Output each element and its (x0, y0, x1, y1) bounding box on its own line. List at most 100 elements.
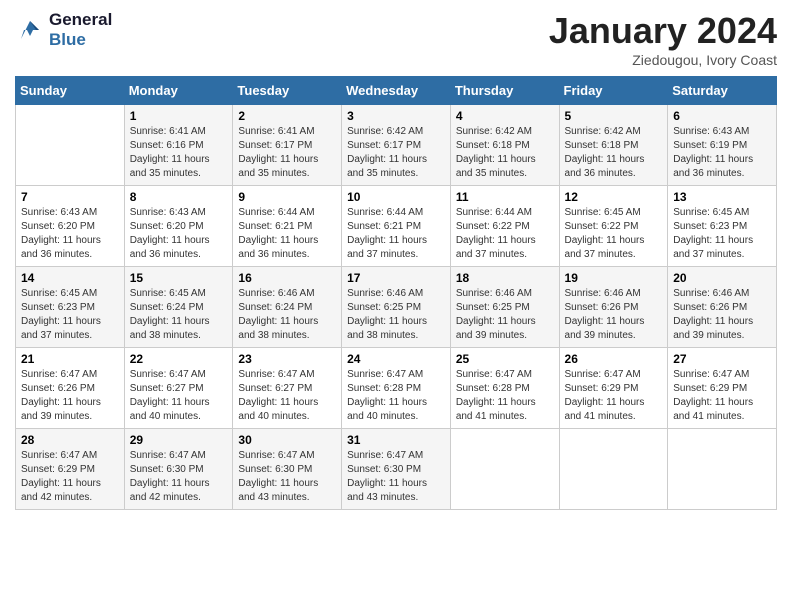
day-info: Sunrise: 6:47 AM Sunset: 6:29 PM Dayligh… (21, 449, 119, 505)
calendar-day-cell: 28 Sunrise: 6:47 AM Sunset: 6:29 PM Dayli… (16, 429, 125, 510)
calendar-week-row: 7 Sunrise: 6:43 AM Sunset: 6:20 PM Daylig… (16, 186, 777, 267)
weekday-header-cell: Sunday (16, 77, 125, 105)
day-info: Sunrise: 6:47 AM Sunset: 6:27 PM Dayligh… (130, 368, 228, 424)
day-number: 5 (565, 109, 663, 123)
weekday-header-cell: Friday (559, 77, 668, 105)
calendar-week-row: 21Sunrise: 6:47 AM Sunset: 6:26 PM Dayli… (16, 348, 777, 429)
calendar-day-cell: 3 Sunrise: 6:42 AM Sunset: 6:17 PM Daylig… (342, 105, 451, 186)
calendar-day-cell: 31 Sunrise: 6:47 AM Sunset: 6:30 PM Dayli… (342, 429, 451, 510)
calendar-day-cell: 6 Sunrise: 6:43 AM Sunset: 6:19 PM Daylig… (668, 105, 777, 186)
day-number: 20 (673, 271, 771, 285)
month-title: January 2024 (549, 10, 777, 52)
day-number: 13 (673, 190, 771, 204)
calendar-day-cell: 11 Sunrise: 6:44 AM Sunset: 6:22 PM Dayli… (450, 186, 559, 267)
day-number: 8 (130, 190, 228, 204)
day-number: 31 (347, 433, 445, 447)
calendar-week-row: 14 Sunrise: 6:45 AM Sunset: 6:23 PM Dayli… (16, 267, 777, 348)
day-number: 12 (565, 190, 663, 204)
calendar-table: SundayMondayTuesdayWednesdayThursdayFrid… (15, 76, 777, 510)
calendar-day-cell: 5 Sunrise: 6:42 AM Sunset: 6:18 PM Daylig… (559, 105, 668, 186)
day-number: 7 (21, 190, 119, 204)
day-info: Sunrise: 6:42 AM Sunset: 6:17 PM Dayligh… (347, 125, 445, 181)
day-info: Sunrise: 6:45 AM Sunset: 6:24 PM Dayligh… (130, 287, 228, 343)
day-number: 30 (238, 433, 336, 447)
day-number: 16 (238, 271, 336, 285)
day-info: Sunrise: 6:41 AM Sunset: 6:16 PM Dayligh… (130, 125, 228, 181)
day-info: Sunrise: 6:47 AM Sunset: 6:28 PM Dayligh… (456, 368, 554, 424)
calendar-day-cell: 30Sunrise: 6:47 AM Sunset: 6:30 PM Dayli… (233, 429, 342, 510)
calendar-day-cell (668, 429, 777, 510)
day-info: Sunrise: 6:46 AM Sunset: 6:26 PM Dayligh… (673, 287, 771, 343)
calendar-day-cell: 18Sunrise: 6:46 AM Sunset: 6:25 PM Dayli… (450, 267, 559, 348)
logo-text: General Blue (49, 10, 112, 50)
day-info: Sunrise: 6:42 AM Sunset: 6:18 PM Dayligh… (565, 125, 663, 181)
title-block: January 2024 Ziedougou, Ivory Coast (549, 10, 777, 68)
day-number: 22 (130, 352, 228, 366)
day-info: Sunrise: 6:45 AM Sunset: 6:23 PM Dayligh… (21, 287, 119, 343)
calendar-day-cell: 24 Sunrise: 6:47 AM Sunset: 6:28 PM Dayli… (342, 348, 451, 429)
calendar-day-cell (559, 429, 668, 510)
day-info: Sunrise: 6:44 AM Sunset: 6:21 PM Dayligh… (347, 206, 445, 262)
day-info: Sunrise: 6:46 AM Sunset: 6:24 PM Dayligh… (238, 287, 336, 343)
day-info: Sunrise: 6:46 AM Sunset: 6:26 PM Dayligh… (565, 287, 663, 343)
day-number: 28 (21, 433, 119, 447)
day-number: 27 (673, 352, 771, 366)
weekday-header-cell: Thursday (450, 77, 559, 105)
day-number: 18 (456, 271, 554, 285)
day-info: Sunrise: 6:43 AM Sunset: 6:19 PM Dayligh… (673, 125, 771, 181)
page-header: General Blue January 2024 Ziedougou, Ivo… (15, 10, 777, 68)
day-number: 15 (130, 271, 228, 285)
day-number: 21 (21, 352, 119, 366)
day-info: Sunrise: 6:47 AM Sunset: 6:29 PM Dayligh… (565, 368, 663, 424)
day-info: Sunrise: 6:42 AM Sunset: 6:18 PM Dayligh… (456, 125, 554, 181)
calendar-week-row: 1Sunrise: 6:41 AM Sunset: 6:16 PM Daylig… (16, 105, 777, 186)
weekday-header-cell: Monday (124, 77, 233, 105)
day-info: Sunrise: 6:43 AM Sunset: 6:20 PM Dayligh… (21, 206, 119, 262)
location-subtitle: Ziedougou, Ivory Coast (549, 52, 777, 68)
day-info: Sunrise: 6:47 AM Sunset: 6:30 PM Dayligh… (347, 449, 445, 505)
day-info: Sunrise: 6:47 AM Sunset: 6:28 PM Dayligh… (347, 368, 445, 424)
day-info: Sunrise: 6:44 AM Sunset: 6:22 PM Dayligh… (456, 206, 554, 262)
day-number: 14 (21, 271, 119, 285)
weekday-header-row: SundayMondayTuesdayWednesdayThursdayFrid… (16, 77, 777, 105)
calendar-day-cell: 16 Sunrise: 6:46 AM Sunset: 6:24 PM Dayli… (233, 267, 342, 348)
day-info: Sunrise: 6:44 AM Sunset: 6:21 PM Dayligh… (238, 206, 336, 262)
day-number: 6 (673, 109, 771, 123)
day-number: 2 (238, 109, 336, 123)
calendar-day-cell: 10 Sunrise: 6:44 AM Sunset: 6:21 PM Dayli… (342, 186, 451, 267)
day-number: 9 (238, 190, 336, 204)
day-info: Sunrise: 6:41 AM Sunset: 6:17 PM Dayligh… (238, 125, 336, 181)
calendar-day-cell: 14 Sunrise: 6:45 AM Sunset: 6:23 PM Dayli… (16, 267, 125, 348)
day-number: 17 (347, 271, 445, 285)
calendar-week-row: 28 Sunrise: 6:47 AM Sunset: 6:29 PM Dayli… (16, 429, 777, 510)
day-number: 23 (238, 352, 336, 366)
day-number: 19 (565, 271, 663, 285)
calendar-day-cell: 17Sunrise: 6:46 AM Sunset: 6:25 PM Dayli… (342, 267, 451, 348)
calendar-day-cell: 13 Sunrise: 6:45 AM Sunset: 6:23 PM Dayli… (668, 186, 777, 267)
day-number: 24 (347, 352, 445, 366)
day-info: Sunrise: 6:45 AM Sunset: 6:22 PM Dayligh… (565, 206, 663, 262)
day-number: 10 (347, 190, 445, 204)
calendar-day-cell: 9 Sunrise: 6:44 AM Sunset: 6:21 PM Daylig… (233, 186, 342, 267)
logo: General Blue (15, 10, 112, 50)
calendar-day-cell: 8 Sunrise: 6:43 AM Sunset: 6:20 PM Daylig… (124, 186, 233, 267)
calendar-day-cell: 22 Sunrise: 6:47 AM Sunset: 6:27 PM Dayli… (124, 348, 233, 429)
day-info: Sunrise: 6:47 AM Sunset: 6:29 PM Dayligh… (673, 368, 771, 424)
logo-icon (15, 15, 45, 45)
calendar-day-cell: 15 Sunrise: 6:45 AM Sunset: 6:24 PM Dayli… (124, 267, 233, 348)
day-info: Sunrise: 6:43 AM Sunset: 6:20 PM Dayligh… (130, 206, 228, 262)
day-number: 3 (347, 109, 445, 123)
day-info: Sunrise: 6:47 AM Sunset: 6:27 PM Dayligh… (238, 368, 336, 424)
calendar-day-cell: 25Sunrise: 6:47 AM Sunset: 6:28 PM Dayli… (450, 348, 559, 429)
calendar-day-cell: 27 Sunrise: 6:47 AM Sunset: 6:29 PM Dayli… (668, 348, 777, 429)
calendar-day-cell (450, 429, 559, 510)
weekday-header-cell: Saturday (668, 77, 777, 105)
calendar-day-cell: 2 Sunrise: 6:41 AM Sunset: 6:17 PM Daylig… (233, 105, 342, 186)
calendar-day-cell: 19 Sunrise: 6:46 AM Sunset: 6:26 PM Dayli… (559, 267, 668, 348)
day-number: 4 (456, 109, 554, 123)
calendar-day-cell (16, 105, 125, 186)
weekday-header-cell: Wednesday (342, 77, 451, 105)
day-info: Sunrise: 6:45 AM Sunset: 6:23 PM Dayligh… (673, 206, 771, 262)
day-number: 26 (565, 352, 663, 366)
day-number: 11 (456, 190, 554, 204)
